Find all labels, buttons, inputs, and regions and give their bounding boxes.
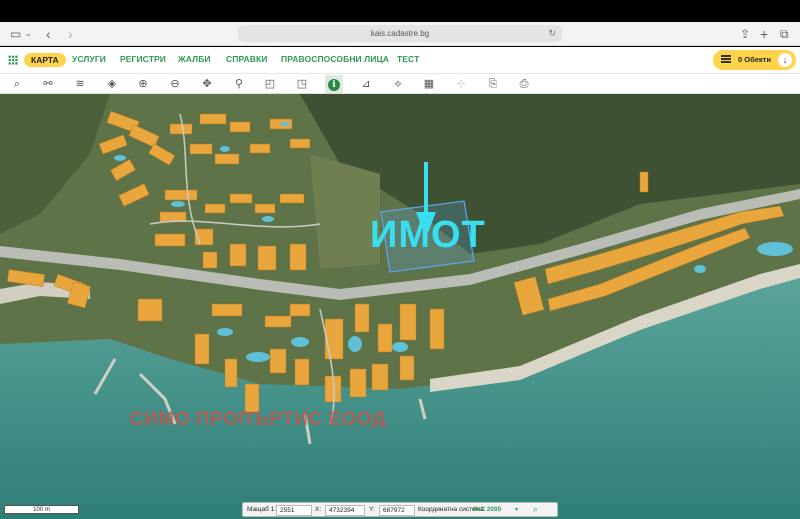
nav-item-zhalbi[interactable]: ЖАЛБИ xyxy=(178,54,211,64)
crosshair-icon[interactable]: ⊹ xyxy=(452,75,470,93)
browser-toolbar: ▭ ⌄ ‹ › kais.cadastre.bg ↻ ⇪ + ⧉ xyxy=(0,22,800,46)
scale-bar: 100 m xyxy=(4,505,79,514)
objects-button[interactable]: 0 Обекти ↓ xyxy=(713,50,796,70)
arrow-down-icon: ↓ xyxy=(778,53,792,67)
pan-icon[interactable]: ✥ xyxy=(198,75,216,93)
measure-distance-icon[interactable]: ⊿ xyxy=(357,75,375,93)
export-icon[interactable]: ⎘ xyxy=(484,75,502,93)
tabs-overview-icon[interactable]: ⧉ xyxy=(780,25,789,43)
select-rectangle-icon[interactable]: ◰ xyxy=(261,75,279,93)
nav-item-spravki[interactable]: СПРАВКИ xyxy=(226,54,267,64)
x-label: X: xyxy=(315,506,322,513)
network-icon[interactable]: ⚯ xyxy=(39,75,57,93)
nav-item-pravosposobni-litsa[interactable]: ПРАВОСПОСОБНИ ЛИЦА xyxy=(281,54,389,64)
watermark: СИМО ПРОПЪРТИС ЕООД xyxy=(130,409,386,430)
print-icon[interactable]: ⎙ xyxy=(515,75,533,93)
apps-grid-icon[interactable] xyxy=(8,55,18,65)
reload-icon[interactable]: ↻ xyxy=(548,25,556,42)
location-pin-icon[interactable]: ⚲ xyxy=(230,75,248,93)
nav-item-registri[interactable]: РЕГИСТРИ xyxy=(120,54,166,64)
nav-item-test[interactable]: ТЕСТ xyxy=(397,54,419,64)
info-icon: i xyxy=(328,79,340,91)
back-icon[interactable]: ‹ xyxy=(46,25,51,43)
stack-icon[interactable]: ◈ xyxy=(103,75,121,93)
share-icon[interactable]: ⇪ xyxy=(740,25,750,43)
main-nav: КАРТА УСЛУГИ РЕГИСТРИ ЖАЛБИ СПРАВКИ ПРАВ… xyxy=(0,47,800,74)
coordinates-bar: Мащаб 1: 2551 X: 4732394 Y: 687972 Коорд… xyxy=(242,502,558,517)
sidebar-icon[interactable]: ▭ xyxy=(10,25,21,43)
url-text: kais.cadastre.bg xyxy=(370,29,430,38)
satellite-map xyxy=(0,94,800,519)
forward-icon[interactable]: › xyxy=(68,25,73,43)
y-coordinate-field[interactable]: 687972 xyxy=(379,505,415,516)
search-icon[interactable]: ⌕ xyxy=(8,75,26,93)
map-icon[interactable]: ▦ xyxy=(420,75,438,93)
search-icon[interactable]: ⌕ xyxy=(533,504,538,515)
new-tab-icon[interactable]: + xyxy=(760,25,768,43)
map-canvas[interactable]: ИМОТ СИМО ПРОПЪРТИС ЕООД xyxy=(0,94,800,519)
objects-label: 0 Обекти xyxy=(738,55,771,64)
select-area-icon[interactable]: ◳ xyxy=(293,75,311,93)
measure-area-icon[interactable]: ⟡ xyxy=(389,75,407,93)
y-label: Y: xyxy=(369,506,375,513)
coordinate-system-value[interactable]: КкС 2005 xyxy=(473,506,501,513)
scale-input[interactable]: 2551 xyxy=(276,505,312,516)
info-tool-button[interactable]: i xyxy=(325,75,343,93)
map-toolbar: ⌕ ⚯ ≋ ◈ ⊕ ⊖ ✥ ⚲ ◰ ◳ i ⊿ ⟡ ▦ ⊹ ⎘ ⎙ xyxy=(0,74,800,94)
nav-item-karta[interactable]: КАРТА xyxy=(24,53,66,67)
chevron-down-icon[interactable]: ▾ xyxy=(515,506,518,513)
menu-icon xyxy=(721,55,731,63)
zoom-out-icon[interactable]: ⊖ xyxy=(166,75,184,93)
layers-icon[interactable]: ≋ xyxy=(71,75,89,93)
scale-label: Мащаб 1: xyxy=(247,506,277,513)
zoom-in-icon[interactable]: ⊕ xyxy=(134,75,152,93)
x-coordinate-field[interactable]: 4732394 xyxy=(325,505,365,516)
chevron-down-icon[interactable]: ⌄ xyxy=(25,25,32,43)
address-bar[interactable]: kais.cadastre.bg ↻ xyxy=(238,25,562,42)
nav-item-uslugi[interactable]: УСЛУГИ xyxy=(72,54,106,64)
annotation-label: ИМОТ xyxy=(370,214,486,256)
